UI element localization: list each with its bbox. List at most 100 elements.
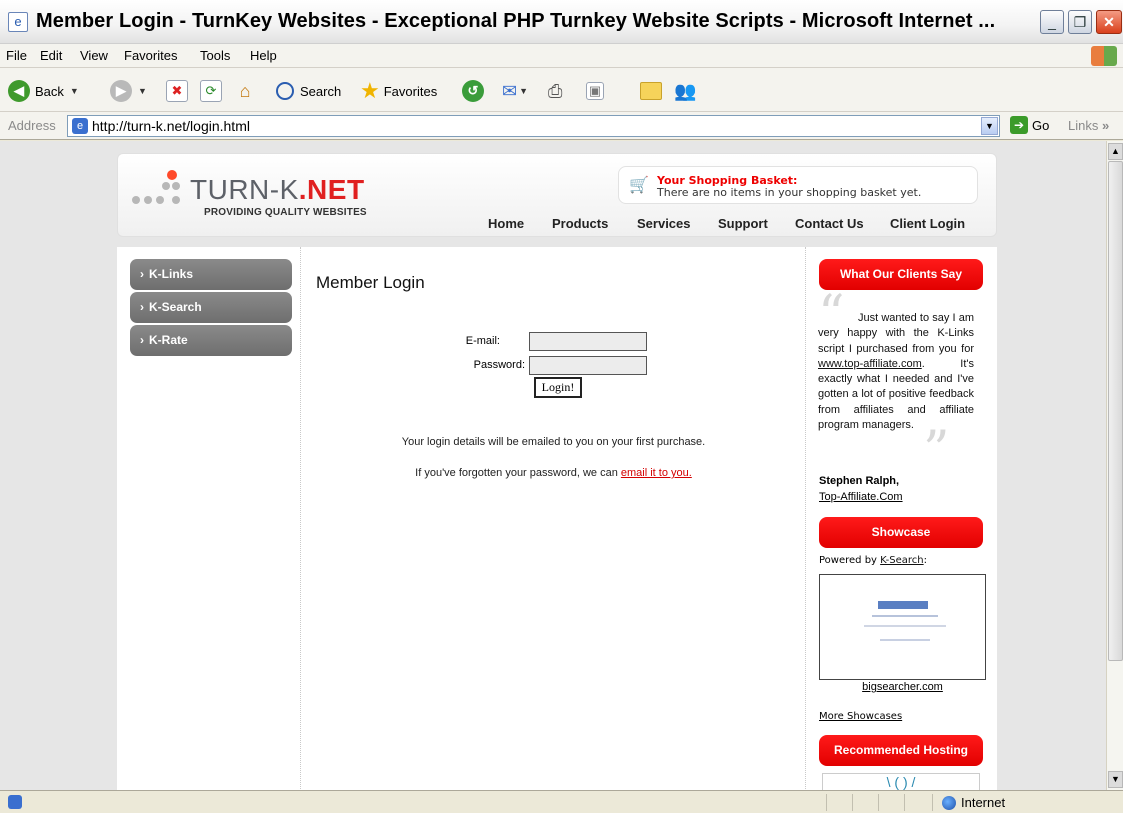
mail-button[interactable]: ✉ ▼ — [502, 78, 528, 104]
history-icon: ↺ — [462, 80, 484, 102]
email-password-link[interactable]: email it to you. — [621, 467, 692, 479]
basket-message: There are no items in your shopping bask… — [657, 186, 922, 199]
security-zone: Internet — [942, 795, 1005, 810]
messenger-button[interactable]: 👥 — [674, 78, 696, 104]
address-dropdown-icon[interactable]: ▼ — [981, 117, 998, 135]
history-button[interactable]: ↺ — [462, 78, 484, 104]
forgot-password-text: If you've forgotten your password, we ca… — [301, 467, 806, 479]
logo-tagline: PROVIDING QUALITY WEBSITES — [204, 207, 367, 218]
standard-toolbar: ◀ Back ▼ ▶ ▼ ✖ ⟳ ⌂ Search ★ Favorites ↺ … — [0, 68, 1123, 112]
scroll-up-icon[interactable]: ▲ — [1108, 143, 1123, 160]
go-label: Go — [1032, 117, 1050, 133]
back-button[interactable]: ◀ Back ▼ — [8, 78, 79, 104]
print-button[interactable]: ⎙ — [548, 78, 562, 104]
favorites-star-icon: ★ — [360, 78, 380, 103]
status-bar: Internet — [0, 790, 1123, 813]
shopping-basket[interactable]: 🛒 Your Shopping Basket: There are no ite… — [618, 166, 978, 204]
folder-icon — [640, 82, 662, 100]
content-area: › K-Links › K-Search › K-Rate Member Login … — [117, 247, 997, 790]
folder-button[interactable] — [640, 78, 662, 104]
links-label: Links — [1068, 118, 1099, 133]
showcase-header: Showcase — [819, 517, 983, 548]
more-showcases-link[interactable]: More Showcases — [819, 711, 902, 722]
menu-favorites[interactable]: Favorites — [124, 48, 177, 63]
vertical-scrollbar[interactable]: ▲ ▼ — [1106, 141, 1123, 790]
links-button[interactable]: Links » — [1068, 118, 1109, 133]
email-label: E-mail: — [465, 335, 500, 347]
menu-file[interactable]: File — [6, 48, 27, 63]
go-arrow-icon: ➔ — [1010, 116, 1028, 134]
refresh-button[interactable]: ⟳ — [200, 78, 222, 104]
showcase-caption-link[interactable]: bigsearcher.com — [819, 681, 986, 693]
forgot-prefix: If you've forgotten your password, we ca… — [415, 467, 621, 479]
windows-logo-icon — [1091, 46, 1117, 66]
k-search-link[interactable]: K-Search — [880, 555, 923, 566]
email-field[interactable] — [529, 332, 647, 351]
back-arrow-icon: ◀ — [8, 80, 30, 102]
testimonial-author: Stephen Ralph, — [819, 475, 900, 487]
page-icon: e — [72, 118, 88, 134]
back-label: Back — [35, 83, 64, 99]
close-button[interactable]: ✕ — [1096, 10, 1122, 34]
stop-button[interactable]: ✖ — [166, 78, 188, 104]
address-url: http://turn-k.net/login.html — [92, 118, 250, 134]
messenger-icon: 👥 — [674, 80, 697, 101]
password-label: Password: — [473, 359, 525, 371]
nav-client-login[interactable]: Client Login — [890, 216, 965, 231]
sidebar-item-label: K-Search — [149, 300, 202, 314]
maximize-button[interactable]: ❐ — [1068, 10, 1092, 34]
menu-help[interactable]: Help — [250, 48, 277, 63]
right-sidebar: What Our Clients Say “ Just wanted to sa… — [805, 247, 997, 790]
scroll-down-icon[interactable]: ▼ — [1108, 771, 1123, 788]
minimize-button[interactable]: _ — [1040, 10, 1064, 34]
nav-home[interactable]: Home — [488, 216, 524, 231]
refresh-icon: ⟳ — [200, 80, 222, 102]
nav-support[interactable]: Support — [718, 216, 768, 231]
sidebar-item-k-search[interactable]: › K-Search — [130, 292, 292, 323]
favorites-label: Favorites — [383, 83, 438, 99]
powered-suffix: : — [923, 555, 927, 566]
dropdown-arrow-icon[interactable]: ▼ — [138, 86, 147, 96]
ie-page-icon: e — [8, 12, 28, 32]
menu-edit[interactable]: Edit — [40, 48, 62, 63]
site-header: TURN-K.NET PROVIDING QUALITY WEBSITES 🛒 … — [117, 153, 997, 237]
address-input[interactable]: e http://turn-k.net/login.html ▼ — [67, 115, 1000, 137]
menu-tools[interactable]: Tools — [200, 48, 230, 63]
forward-arrow-icon: ▶ — [110, 80, 132, 102]
nav-products[interactable]: Products — [552, 216, 608, 231]
sidebar-item-k-rate[interactable]: › K-Rate — [130, 325, 292, 356]
left-sidebar: › K-Links › K-Search › K-Rate — [117, 247, 301, 790]
home-button[interactable]: ⌂ — [234, 78, 256, 104]
password-field[interactable] — [529, 356, 647, 375]
close-quote-icon: ” — [923, 421, 950, 481]
testimonial-site-link[interactable]: Top-Affiliate.Com — [819, 491, 903, 503]
dropdown-arrow-icon[interactable]: ▼ — [519, 86, 528, 96]
page-title: Member Login — [316, 273, 425, 292]
nav-services[interactable]: Services — [637, 216, 691, 231]
nav-contact-us[interactable]: Contact Us — [795, 216, 864, 231]
edit-button[interactable]: ▣ — [586, 78, 604, 104]
dropdown-arrow-icon[interactable]: ▼ — [70, 86, 79, 96]
search-button[interactable]: Search — [276, 78, 341, 104]
page-status-icon — [8, 795, 22, 809]
showcase-thumbnail[interactable] — [819, 574, 986, 680]
print-icon: ⎙ — [548, 80, 563, 101]
address-bar: Address e http://turn-k.net/login.html ▼ … — [0, 112, 1123, 140]
stop-icon: ✖ — [166, 80, 188, 102]
menu-view[interactable]: View — [80, 48, 108, 63]
forward-button[interactable]: ▶ ▼ — [110, 78, 147, 104]
go-button[interactable]: ➔ Go — [1010, 116, 1049, 134]
sidebar-item-k-links[interactable]: › K-Links — [130, 259, 292, 290]
favorites-button[interactable]: ★ Favorites — [360, 78, 437, 104]
quote-link[interactable]: www.top-affiliate.com — [818, 358, 922, 370]
edit-page-icon: ▣ — [586, 82, 604, 100]
powered-prefix: Powered by — [819, 555, 881, 566]
site-logo[interactable]: TURN-K.NET — [190, 174, 365, 206]
chevron-right-icon: › — [140, 267, 144, 281]
powered-by-text: Powered by K-Search: — [819, 555, 927, 566]
scrollbar-thumb[interactable] — [1108, 161, 1123, 661]
hosting-logo[interactable]: \ ( ) / — [822, 773, 980, 790]
chevron-right-icon: › — [140, 300, 144, 314]
login-button[interactable]: Login! — [534, 377, 582, 398]
mail-icon: ✉ — [502, 80, 518, 101]
